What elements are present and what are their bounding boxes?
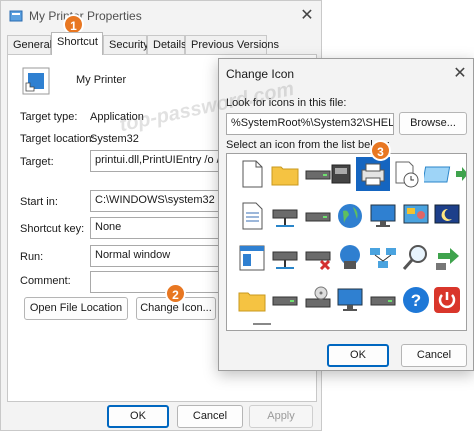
help-icon[interactable]: ? [401, 285, 431, 315]
horizontal-scrollbar[interactable] [253, 323, 271, 325]
folder-icon[interactable] [237, 285, 267, 315]
select-icon-label: Select an icon from the list below: [226, 139, 390, 151]
svg-text:?: ? [411, 291, 421, 310]
tab-label: General [13, 39, 53, 51]
close-icon[interactable]: ✕ [450, 66, 470, 82]
tab-label: Shortcut [57, 36, 98, 48]
monitor-globe-icon[interactable] [368, 201, 398, 231]
tab-security[interactable]: Security [103, 35, 149, 54]
globe-icon[interactable] [335, 201, 365, 231]
ok-button[interactable]: OK [107, 405, 169, 428]
search-icon[interactable] [401, 243, 431, 273]
browse-button[interactable]: Browse... [399, 112, 467, 135]
drive-icon[interactable] [368, 285, 398, 315]
fax-printer-icon[interactable] [326, 159, 356, 189]
shortcut-key-field[interactable]: None [90, 217, 230, 239]
tab-label: Security [109, 39, 149, 51]
tab-general[interactable]: General [7, 35, 53, 54]
icon-file-path-input[interactable]: %SystemRoot%\System32\SHELL32 [226, 113, 394, 135]
application-window-icon[interactable] [237, 243, 267, 273]
clock-document-icon[interactable] [391, 159, 421, 189]
arrow-icon[interactable] [453, 159, 466, 189]
window-title: My Printer Properties [29, 9, 142, 23]
tab-label: Details [153, 39, 187, 51]
window-icon[interactable] [422, 159, 454, 189]
step-badge-2: 2 [165, 283, 186, 304]
power-icon[interactable] [432, 285, 462, 315]
shortcut-icon [22, 67, 50, 95]
monitor-icon[interactable] [335, 285, 365, 315]
step-badge-3: 3 [370, 140, 391, 161]
title-bar: My Printer Properties ✕ [1, 1, 321, 31]
network-computer-icon[interactable] [335, 243, 365, 273]
network-drive-icon[interactable] [270, 243, 300, 273]
network-icon[interactable] [368, 243, 398, 273]
open-file-location-button[interactable]: Open File Location [24, 297, 128, 320]
dialog-ok-button[interactable]: OK [327, 344, 389, 367]
shortcut-key-label: Shortcut key: [20, 223, 85, 235]
drive-icon[interactable] [303, 201, 333, 231]
run-select[interactable]: Normal window [90, 245, 230, 267]
comment-label: Comment: [20, 275, 71, 287]
printer-app-icon [9, 9, 23, 23]
sleep-moon-icon[interactable] [432, 201, 462, 231]
drive-icon[interactable] [270, 285, 300, 315]
folder-icon[interactable] [270, 159, 300, 189]
control-panel-icon[interactable] [401, 201, 431, 231]
tab-details[interactable]: Details [147, 35, 187, 54]
dialog-cancel-button[interactable]: Cancel [401, 344, 467, 367]
start-in-field[interactable]: C:\WINDOWS\system32 [90, 190, 230, 212]
disconnected-drive-icon[interactable] [303, 243, 333, 273]
icon-list: ? [226, 153, 467, 331]
run-label: Run: [20, 251, 44, 263]
close-icon[interactable]: ✕ [297, 8, 317, 24]
cancel-button[interactable]: Cancel [177, 405, 243, 428]
recycle-arrow-icon[interactable] [432, 243, 462, 273]
comment-field[interactable] [90, 271, 230, 293]
start-in-label: Start in: [20, 196, 58, 208]
target-location-label: Target location: [20, 133, 95, 145]
tab-previous-versions[interactable]: Previous Versions [185, 35, 279, 54]
blank-document-icon[interactable] [237, 159, 267, 189]
apply-button[interactable]: Apply [249, 405, 313, 428]
target-field[interactable]: printui.dll,PrintUIEntry /o /n "E [90, 150, 230, 172]
printer-icon[interactable] [358, 159, 388, 189]
network-drive-icon[interactable] [270, 201, 300, 231]
target-type-label: Target type: [20, 111, 78, 123]
tab-shortcut[interactable]: Shortcut [51, 32, 103, 55]
shortcut-name: My Printer [76, 74, 127, 86]
cd-drive-icon[interactable] [303, 285, 333, 315]
target-label: Target: [20, 156, 54, 168]
document-lines-icon[interactable] [237, 201, 267, 231]
tab-label: Previous Versions [191, 39, 280, 51]
